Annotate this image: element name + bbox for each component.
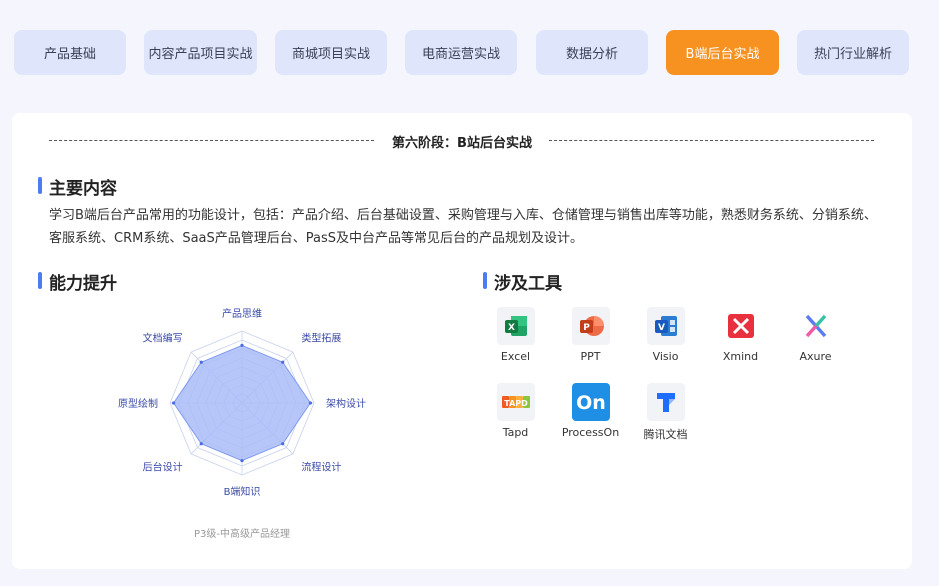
tool-xmind: Xmind [703, 307, 778, 367]
tool-name: ProcessOn [561, 426, 620, 439]
radar-point [199, 442, 203, 446]
ability-title: 能力提升 [38, 269, 117, 294]
tab-b-end-backend[interactable]: B端后台实战 [666, 30, 779, 75]
svg-text:V: V [658, 323, 665, 333]
excel-icon: X [496, 307, 535, 345]
radar-svg: 产品思维类型拓展架构设计流程设计 B端知识 后台设计 原型绘制 文档编写 [118, 307, 366, 498]
tool-name: Xmind [722, 350, 759, 363]
radar-point [240, 459, 244, 463]
ability-radar-chart: 产品思维类型拓展架构设计流程设计 B端知识 后台设计 原型绘制 文档编写 [102, 296, 382, 541]
radar-axis-label: 流程设计 [301, 460, 341, 473]
tool-tencent-docs: 腾讯文档 [628, 383, 703, 443]
radar-point [240, 343, 244, 347]
stage-panel: 第六阶段：B站后台实战 主要内容 学习B端后台产品常用的功能设计，包括：产品介绍… [12, 113, 912, 569]
svg-text:X: X [508, 323, 515, 333]
tab-product-basics[interactable]: 产品基础 [14, 30, 126, 75]
tools-title: 涉及工具 [483, 269, 562, 294]
xmind-icon [721, 307, 760, 345]
tool-name: Visio [652, 350, 679, 363]
main-content-title: 主要内容 [38, 174, 117, 199]
processon-icon: On [571, 383, 610, 421]
radar-axis-label: B端知识 [224, 485, 261, 498]
axure-icon [796, 307, 835, 345]
tool-name: Axure [799, 350, 832, 363]
radar-point [172, 401, 176, 405]
tool-name: PPT [580, 350, 601, 363]
divider-right [549, 140, 874, 141]
radar-point [281, 442, 285, 446]
tab-mall-project[interactable]: 商城项目实战 [275, 30, 387, 75]
tools-grid: X Excel P PPT V Visio Xmind Axure TAPD T… [486, 307, 866, 447]
tab-content-product[interactable]: 内容产品项目实战 [144, 30, 257, 75]
tab-data-analysis[interactable]: 数据分析 [536, 30, 648, 75]
tool-visio: V Visio [628, 307, 703, 367]
tool-excel: X Excel [478, 307, 553, 367]
main-content-text: 学习B端后台产品常用的功能设计，包括：产品介绍、后台基础设置、采购管理与入库、仓… [49, 208, 877, 246]
radar-axis-label: 架构设计 [326, 397, 366, 410]
radar-point [281, 360, 285, 364]
visio-icon: V [646, 307, 685, 345]
radar-axis-label: 产品思维 [222, 307, 262, 320]
radar-point [308, 401, 312, 405]
radar-axis-label: 原型绘制 [118, 397, 158, 410]
tencent-docs-icon [646, 383, 685, 421]
svg-text:On: On [576, 392, 606, 414]
course-tabs: 产品基础 内容产品项目实战 商城项目实战 电商运营实战 数据分析 B端后台实战 … [14, 30, 914, 75]
radar-axis-label: 文档编写 [143, 332, 183, 345]
radar-axis-label: 类型拓展 [301, 332, 341, 345]
svg-text:P: P [583, 323, 590, 333]
tool-ppt: P PPT [553, 307, 628, 367]
tool-tapd: TAPD Tapd [478, 383, 553, 443]
svg-text:TAPD: TAPD [504, 399, 528, 408]
tool-name: Excel [500, 350, 531, 363]
tapd-icon: TAPD [496, 383, 535, 421]
radar-caption: P3级-中高级产品经理 [193, 529, 290, 540]
radar-value-area [172, 344, 312, 462]
tool-name: Tapd [502, 426, 529, 439]
stage-title: 第六阶段：B站后台实战 [392, 136, 532, 151]
tab-hot-industry[interactable]: 热门行业解析 [797, 30, 909, 75]
tool-axure: Axure [778, 307, 853, 367]
tab-ecommerce-ops[interactable]: 电商运营实战 [405, 30, 517, 75]
ppt-icon: P [571, 307, 610, 345]
tool-processon: On ProcessOn [553, 383, 628, 443]
radar-point [199, 360, 203, 364]
radar-axis-label: 后台设计 [143, 460, 183, 473]
tool-name: 腾讯文档 [643, 428, 688, 441]
